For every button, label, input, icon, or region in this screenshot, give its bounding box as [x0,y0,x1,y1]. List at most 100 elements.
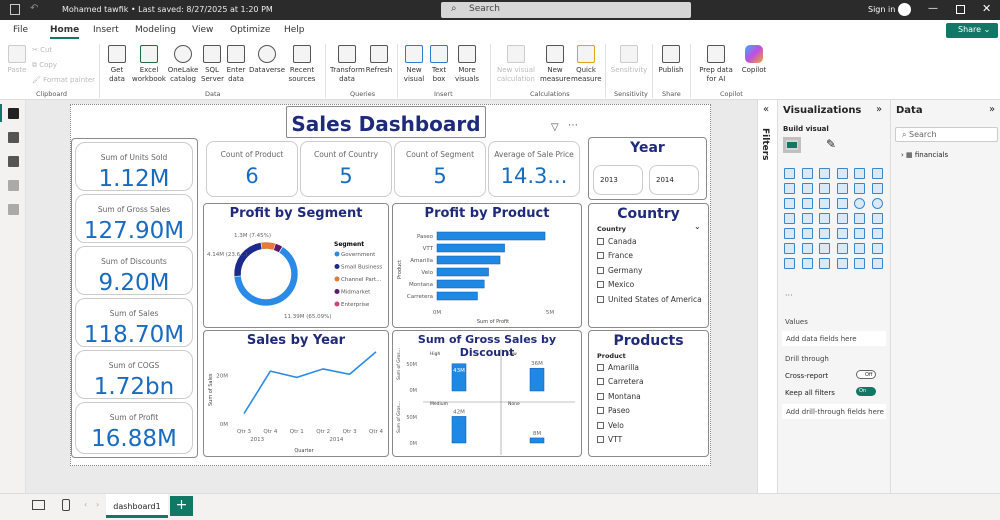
text-box-button[interactable]: Text box [428,45,450,84]
kpi-count-segment[interactable]: Count of Segment 5 [394,141,486,197]
tab-file[interactable]: File [13,25,28,35]
collapse-icon[interactable]: » [989,104,995,115]
country-option[interactable]: United States of America [597,295,702,304]
tab-modeling[interactable]: Modeling [135,25,176,35]
tab-home[interactable]: Home [50,25,80,39]
new-visual-button[interactable]: New visual [402,45,426,84]
checkbox[interactable] [597,252,604,259]
country-option[interactable]: Canada [597,237,637,246]
checkbox[interactable] [597,407,604,414]
checkbox[interactable] [597,393,604,400]
account-icon[interactable] [898,3,911,16]
card-units-sold[interactable]: Sum of Units Sold 1.12M [75,142,193,192]
clustered-bar-icon[interactable] [819,168,830,179]
checkbox[interactable] [597,364,604,371]
power-automate-icon[interactable] [819,258,830,269]
sensitivity-button[interactable]: Sensitivity [610,45,648,75]
map-icon[interactable] [801,213,813,224]
narrative-icon[interactable] [854,243,865,254]
prev-page-icon[interactable]: ‹ [84,500,87,509]
python-visual-icon[interactable] [784,243,795,254]
cut-button[interactable]: ✂ Cut [32,46,52,54]
year-option-2013[interactable]: 2013 [593,165,643,195]
key-influencers-icon[interactable] [801,243,813,254]
table-view-icon[interactable] [8,132,19,143]
100-column-icon[interactable] [871,168,883,179]
page-tab-dashboard1[interactable]: dashboard1 [106,494,168,518]
multirow-card-icon[interactable] [784,228,795,239]
power-apps-icon[interactable] [801,258,813,269]
checkbox[interactable] [597,267,604,274]
excel-button[interactable]: Excel workbook [130,45,168,84]
filters-label[interactable]: Filters [760,128,770,161]
tab-help[interactable]: Help [284,25,305,35]
save-icon[interactable] [10,4,20,15]
recent-sources-button[interactable]: Recent sources [286,45,318,84]
checkbox[interactable] [597,281,604,288]
expand-icon[interactable]: « [763,104,769,115]
copy-button[interactable]: ⧉ Copy [32,61,57,70]
table-icon[interactable] [836,228,848,239]
checkbox[interactable] [597,296,604,303]
product-option[interactable]: Velo [597,421,624,430]
line-clustered-icon[interactable] [871,183,883,194]
product-option[interactable]: Montana [597,392,641,401]
decomposition-tree-icon[interactable] [819,243,830,254]
card-cogs[interactable]: Sum of COGS 1.72bn [75,350,193,400]
pie-icon[interactable] [854,198,865,209]
add-page-button[interactable]: + [170,496,193,516]
new-visual-calculation-button[interactable]: New visual calculation [494,45,538,84]
checkbox[interactable] [597,422,604,429]
kpi-count-product[interactable]: Count of Product 6 [206,141,298,197]
close-button[interactable]: ✕ [982,2,991,15]
checkbox[interactable] [597,238,604,245]
sign-in-link[interactable]: Sign in [868,5,895,14]
paginated-report-icon[interactable] [784,258,795,269]
waterfall-icon[interactable] [801,198,813,209]
document-title[interactable]: Mohamed tawfik • Last saved: 8/27/2025 a… [62,5,273,14]
stacked-column-icon[interactable] [801,168,813,179]
card-gross-sales[interactable]: Sum of Gross Sales 127.90M [75,194,193,244]
desktop-view-icon[interactable] [32,500,45,510]
report-view-icon[interactable] [8,108,19,119]
more-options-icon[interactable]: ⋯ [568,120,578,131]
area-icon[interactable] [801,183,813,194]
enter-data-button[interactable]: Enter data [225,45,247,84]
card-profit[interactable]: Sum of Profit 16.88M [75,402,193,454]
tab-insert[interactable]: Insert [93,25,119,35]
cross-report-toggle[interactable]: Off [856,370,876,379]
tmdl-view-icon[interactable] [8,204,19,215]
filters-pane-collapsed[interactable]: « Filters [757,100,777,493]
kpi-icon[interactable] [801,228,813,239]
product-option[interactable]: Carretera [597,377,644,386]
slicer-icon[interactable] [819,228,830,239]
share-button[interactable]: Share ⌄ [946,23,998,38]
kpi-avg-sale-price[interactable]: Average of Sale Price 14.3... [488,141,580,197]
card-icon[interactable] [871,213,883,224]
filter-icon[interactable]: ▽ [551,122,559,133]
more-visuals-button[interactable]: More visuals [452,45,482,84]
tab-view[interactable]: View [192,25,213,35]
filled-map-icon[interactable] [819,213,830,224]
data-search-input[interactable]: ⌕ Search [895,127,998,142]
arcgis-icon[interactable] [836,258,848,269]
maximize-button[interactable] [956,5,965,14]
powerapps-diamond-icon[interactable] [854,258,865,269]
card-sales[interactable]: Sum of Sales 118.70M [75,298,193,348]
scatter-icon[interactable] [836,198,848,209]
format-painter-button[interactable]: 🖌 Format painter [32,76,95,84]
stacked-bar-icon[interactable] [784,168,795,179]
dataverse-button[interactable]: Dataverse [248,45,286,75]
ribbon-icon[interactable] [784,198,795,209]
minimize-button[interactable]: — [928,3,938,14]
model-view-icon[interactable] [8,156,19,167]
tab-optimize[interactable]: Optimize [230,25,270,35]
quick-measure-button[interactable]: Quick measure [571,45,602,84]
get-data-button[interactable]: Get data [104,45,130,84]
dax-query-icon[interactable] [8,180,19,191]
table-financials[interactable]: › ▦ financials [901,151,948,159]
build-visual-icon[interactable] [783,137,801,153]
paste-button[interactable]: Paste [6,45,28,75]
donut-icon[interactable] [871,198,883,209]
sales-by-year-chart[interactable]: Sales by Year 0M 20M Qtr 3 Qtr 4 Qtr 1 Qtr 2Q… [203,330,389,457]
